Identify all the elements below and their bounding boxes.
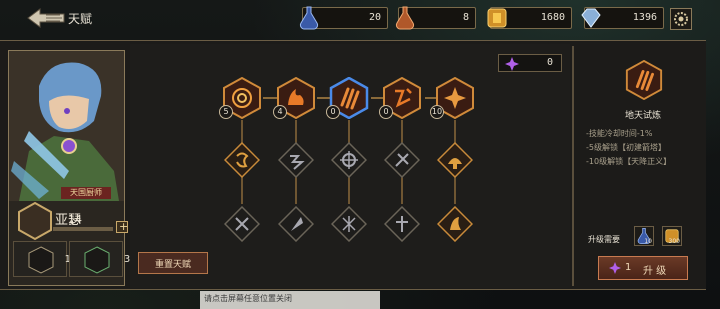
skill-desc-line: -5级解锁【初建箭塔】 [586, 143, 666, 152]
talent-node-r2-5[interactable] [437, 142, 473, 178]
selected-skill-name: 地天试炼 [624, 111, 661, 121]
talent-point-icon [505, 57, 519, 71]
talent-point-icon [609, 262, 621, 274]
upgrade-button[interactable]: 1 升 级 [598, 256, 688, 280]
upgrade-label: 升 级 [643, 266, 667, 277]
talent-node-r3-1[interactable] [224, 206, 260, 242]
upgrade-qty: 1 [625, 262, 632, 273]
talent-node-r3-5[interactable] [437, 206, 473, 242]
talent-node-cross[interactable]: 10 [430, 77, 476, 119]
cost-item-gold: 300 [662, 226, 682, 246]
node-count: 5 [219, 105, 233, 119]
panel-divider [572, 46, 574, 286]
skill-desc-line: -技能冷却时间-1% [586, 129, 653, 138]
talent-point-counter: 0 [498, 54, 562, 72]
node-count: 0 [326, 105, 340, 119]
talent-node-rune[interactable]: 0 [379, 77, 423, 119]
close-hint: 请点击屏幕任意位置关闭 [200, 291, 380, 309]
talent-node-r2-1[interactable] [224, 142, 260, 178]
talent-node-r3-4[interactable] [384, 206, 420, 242]
node-count: 0 [379, 105, 393, 119]
upgrade-cost-label: 升级需要 [588, 235, 620, 244]
talent-node-r3-3[interactable] [331, 206, 367, 242]
talent-node-r3-2[interactable] [278, 206, 314, 242]
talent-node-claw[interactable]: 0 [326, 77, 370, 119]
node-count: 10 [430, 105, 444, 119]
talent-node-r2-3[interactable] [331, 142, 367, 178]
talent-node-spiral[interactable]: 5 [219, 77, 263, 119]
node-count: 4 [273, 105, 287, 119]
talent-node-r2-2[interactable] [278, 142, 314, 178]
talent-node-r2-4[interactable] [384, 142, 420, 178]
talent-detail-panel: 地天试炼 -技能冷却时间-1% -5级解锁【初建箭塔】 -10级解锁【天降正义】… [582, 46, 702, 286]
selected-skill-icon [624, 59, 664, 101]
reset-talent-button[interactable]: 重置天赋 [138, 252, 208, 274]
cost-item-blue-potion: 10 [634, 226, 654, 246]
talent-node-fire[interactable]: 4 [273, 77, 317, 119]
skill-desc-line: -10级解锁【天降正义】 [586, 157, 672, 166]
